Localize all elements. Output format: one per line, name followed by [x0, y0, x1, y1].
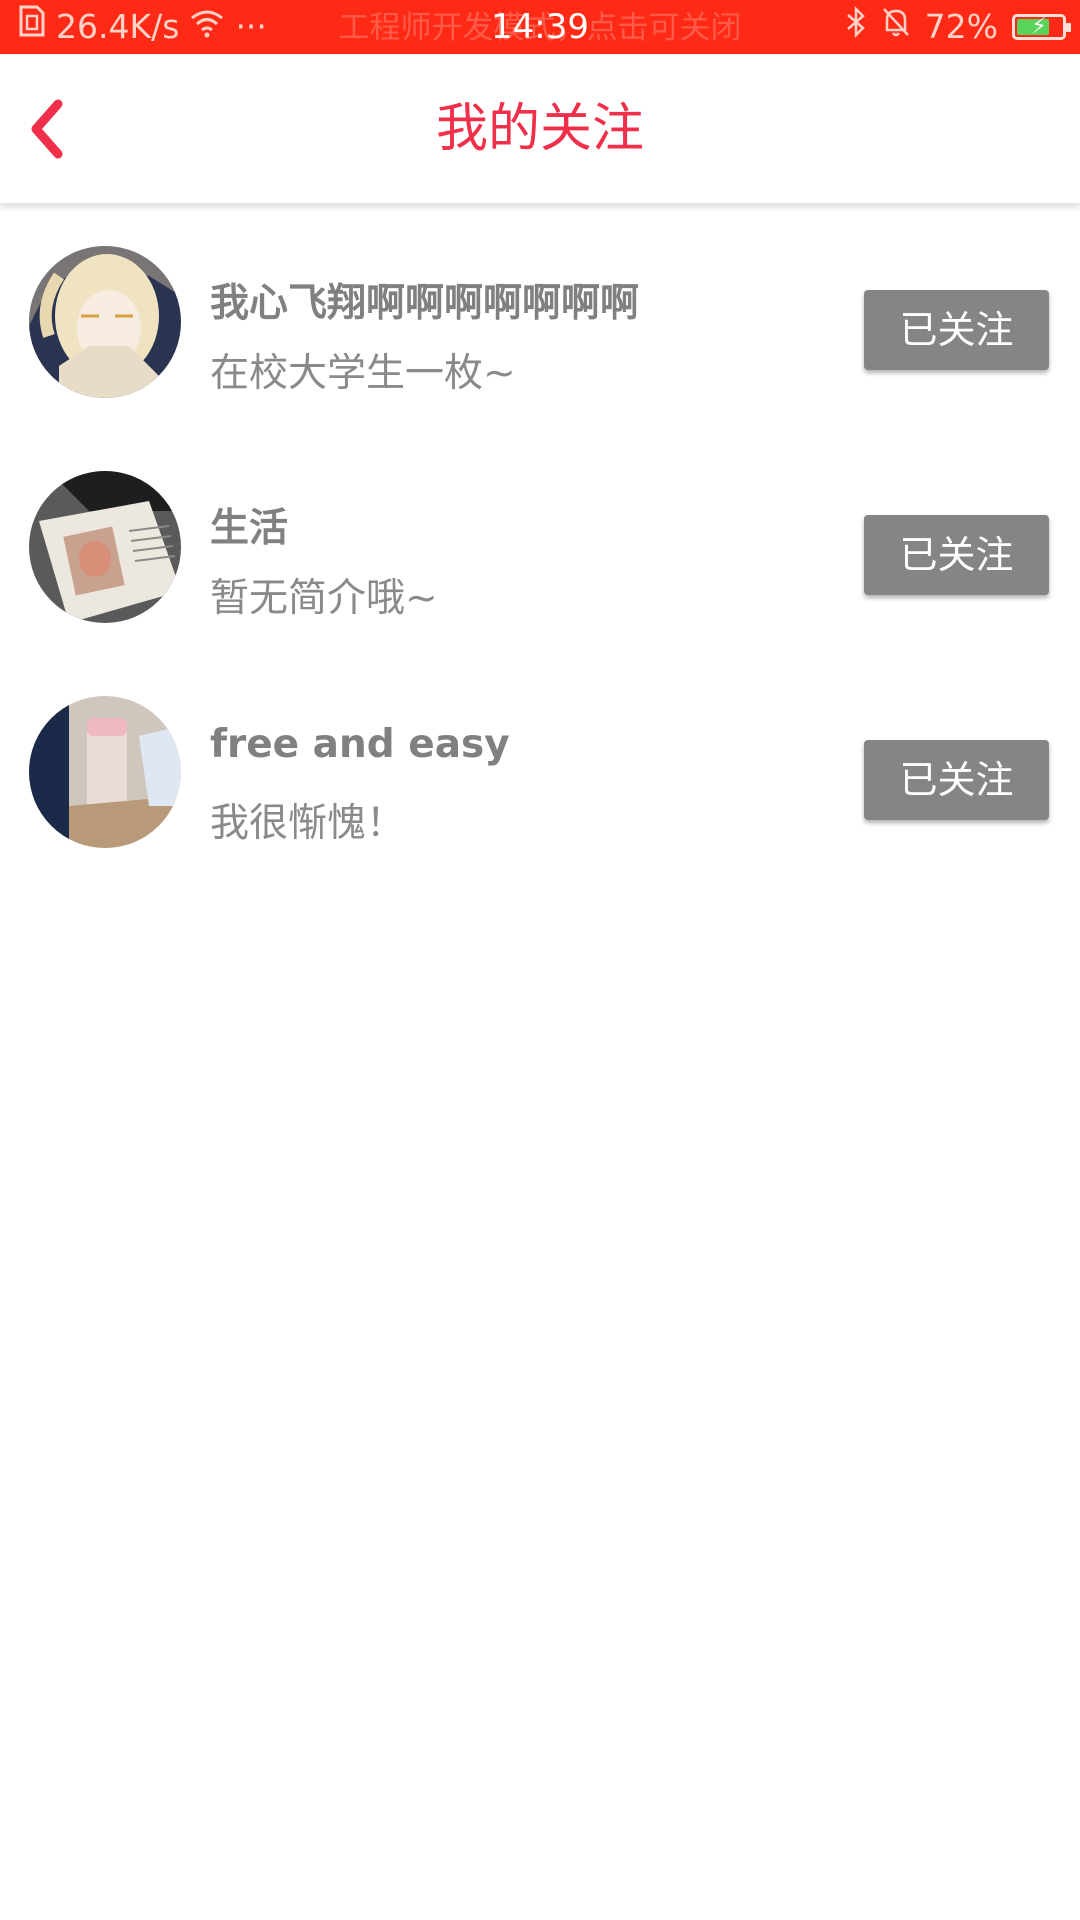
following-button[interactable]: 已关注	[864, 290, 1049, 370]
mute-bell-icon	[881, 0, 911, 54]
avatar[interactable]	[29, 246, 181, 398]
status-bar: 26.4K/s ··· 工程师开发模式，点击可关闭 14:39 72% ⚡	[0, 0, 1080, 54]
battery-icon: ⚡	[1012, 14, 1071, 40]
user-name: free and easy	[210, 722, 510, 767]
user-bio: 暂无简介哦~	[210, 576, 438, 621]
list-item[interactable]: free and easy 我很惭愧！ 已关注	[0, 664, 1080, 889]
following-button[interactable]: 已关注	[864, 515, 1049, 595]
bluetooth-icon	[845, 0, 867, 54]
following-button[interactable]: 已关注	[864, 740, 1049, 820]
user-bio: 我很惭愧！	[210, 801, 406, 846]
battery-percent: 72%	[924, 7, 998, 46]
following-list: 我心飞翔啊啊啊啊啊啊啊 在校大学生一枚~ 已关注 生活 暂无简介哦~ 已关注 f…	[0, 214, 1080, 889]
avatar[interactable]	[29, 471, 181, 623]
page-title: 我的关注	[435, 99, 644, 159]
user-bio: 在校大学生一枚~	[210, 351, 516, 396]
developer-mode-notice[interactable]: 工程师开发模式，点击可关闭	[339, 10, 742, 46]
user-name: 生活	[210, 506, 289, 551]
status-bar-right: 72% ⚡	[845, 0, 1071, 54]
avatar[interactable]	[29, 696, 181, 848]
app-bar: 我的关注	[0, 54, 1080, 204]
list-item[interactable]: 生活 暂无简介哦~ 已关注	[0, 439, 1080, 664]
charging-icon: ⚡	[1031, 14, 1047, 39]
user-name: 我心飞翔啊啊啊啊啊啊啊	[210, 281, 640, 326]
list-item[interactable]: 我心飞翔啊啊啊啊啊啊啊 在校大学生一枚~ 已关注	[0, 214, 1080, 439]
